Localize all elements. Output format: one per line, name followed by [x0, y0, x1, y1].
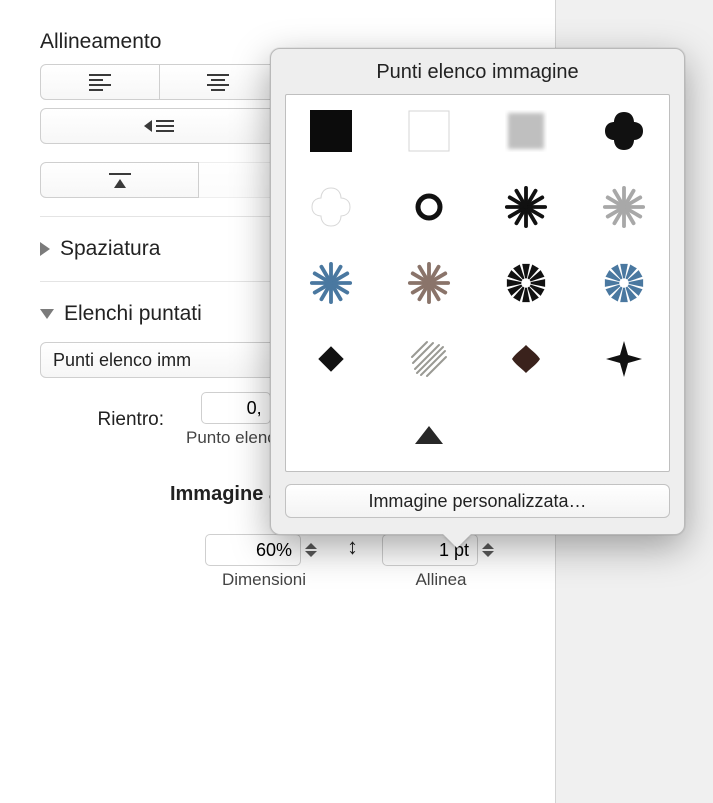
- burst-gray-icon: [602, 184, 646, 230]
- bullet-option-quatrefoil-white[interactable]: [309, 185, 353, 229]
- bullet-size-input[interactable]: [205, 534, 301, 566]
- square-white-icon: [408, 110, 450, 152]
- bullet-option-scribble-gray[interactable]: [407, 337, 451, 381]
- bullet-option-diamond-black[interactable]: [309, 337, 353, 381]
- circle-outline-icon: [414, 192, 444, 222]
- vertical-align-icon: ↕: [345, 534, 360, 590]
- align-left-icon: [89, 74, 111, 91]
- sunray-blue-icon: [602, 260, 646, 306]
- valign-top-icon: [109, 173, 131, 188]
- bullet-option-star4-black[interactable]: [602, 337, 646, 381]
- star4-black-icon: [604, 339, 644, 379]
- scribble-gray-icon: [408, 338, 450, 380]
- bullet-align-label: Allinea: [415, 570, 466, 590]
- bullets-label: Elenchi puntati: [64, 302, 202, 326]
- bullet-grid-container: [285, 94, 670, 472]
- burst-brown-icon: [407, 260, 451, 306]
- diamond-brown-icon: [509, 342, 543, 376]
- bullet-option-square-black[interactable]: [309, 109, 353, 153]
- bullet-type-value: Punti elenco imm: [53, 350, 191, 371]
- bullet-option-burst-black[interactable]: [504, 185, 548, 229]
- bullet-option-burst-brown[interactable]: [407, 261, 451, 305]
- bullet-size-label: Dimensioni: [222, 570, 306, 590]
- disclosure-triangle-closed-icon: [40, 242, 50, 256]
- bullet-indent-input[interactable]: [201, 392, 271, 424]
- burst-black-icon: [504, 184, 548, 230]
- bullet-image-popover: Punti elenco immagine: [270, 48, 685, 535]
- bullet-option-square-white[interactable]: [407, 109, 451, 153]
- decrease-indent-icon: [144, 120, 174, 132]
- square-gray-icon: [505, 110, 547, 152]
- indent-label: Rientro:: [40, 409, 168, 431]
- quatrefoil-white-icon: [310, 186, 352, 228]
- valign-top-button[interactable]: [40, 162, 199, 198]
- diamond-black-icon: [316, 344, 346, 374]
- sunray-black-icon: [504, 260, 548, 306]
- bullet-option-diamond-brown[interactable]: [504, 337, 548, 381]
- square-black-icon: [310, 110, 352, 152]
- bullet-grid: [300, 109, 655, 457]
- bullet-option-square-gray[interactable]: [504, 109, 548, 153]
- bullet-option-tri-black[interactable]: [407, 413, 451, 457]
- bullet-option-sunray-blue[interactable]: [602, 261, 646, 305]
- bullet-option-quatrefoil-black[interactable]: [602, 109, 646, 153]
- burst-blue-icon: [309, 260, 353, 306]
- decrease-indent-button[interactable]: [40, 108, 278, 144]
- align-center-icon: [207, 74, 229, 91]
- triangle-black-icon: [415, 426, 443, 444]
- bullet-option-burst-blue[interactable]: [309, 261, 353, 305]
- bullet-align-stepper[interactable]: [482, 534, 500, 566]
- align-left-button[interactable]: [40, 64, 160, 100]
- custom-image-button[interactable]: Immagine personalizzata…: [285, 484, 670, 518]
- bullet-option-burst-gray[interactable]: [602, 185, 646, 229]
- disclosure-triangle-open-icon: [40, 309, 54, 319]
- bullet-option-sunray-black[interactable]: [504, 261, 548, 305]
- align-center-button[interactable]: [160, 64, 279, 100]
- bullet-size-stepper[interactable]: [305, 534, 323, 566]
- spacing-label: Spaziatura: [60, 237, 160, 261]
- quatrefoil-black-icon: [603, 110, 645, 152]
- bullet-option-circle-outline[interactable]: [407, 185, 451, 229]
- popover-title: Punti elenco immagine: [285, 61, 670, 84]
